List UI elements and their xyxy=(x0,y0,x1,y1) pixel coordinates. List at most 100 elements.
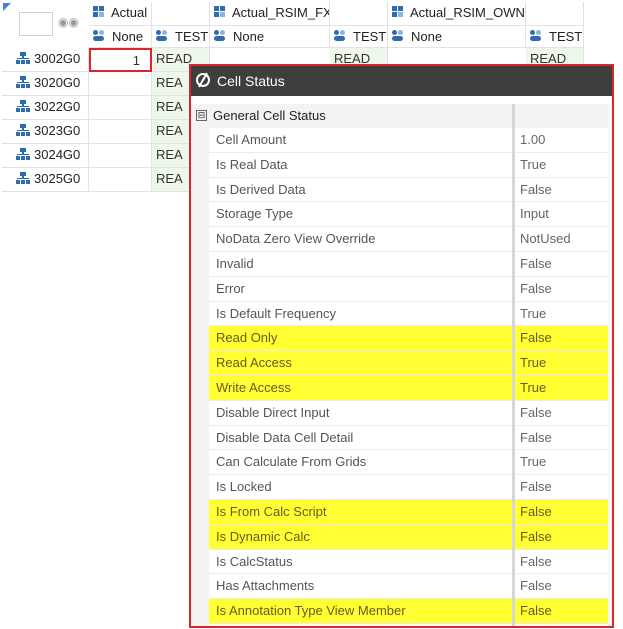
property-name: Is Annotation Type View Member xyxy=(216,603,406,619)
cube-icon xyxy=(214,6,228,18)
data-cell-selected[interactable]: 1 xyxy=(89,48,152,72)
property-row[interactable]: Disable Data Cell Detail False xyxy=(209,426,608,451)
property-name: Cell Amount xyxy=(216,132,287,147)
row-header[interactable]: 3023G0 xyxy=(2,120,89,144)
property-name: Read Only xyxy=(216,330,278,346)
property-name: Is Default Frequency xyxy=(216,305,336,321)
property-row[interactable]: Cell Amount 1.00 xyxy=(209,128,608,153)
property-gutter xyxy=(191,128,209,626)
property-value: 1.00 xyxy=(520,132,546,147)
col-header-scenario-1[interactable] xyxy=(152,2,210,26)
property-value: False xyxy=(520,528,552,544)
property-value: True xyxy=(520,305,547,321)
data-cell[interactable] xyxy=(89,96,152,120)
property-row[interactable]: Disable Direct Input False xyxy=(209,401,608,426)
hierarchy-icon xyxy=(16,124,30,136)
dialog-titlebar[interactable]: Cell Status xyxy=(191,66,612,96)
property-value: False xyxy=(520,181,552,197)
property-value: False xyxy=(520,330,552,346)
property-name: Is Real Data xyxy=(216,156,288,172)
collapse-icon[interactable]: ⊟ xyxy=(196,110,207,121)
dialog-title: Cell Status xyxy=(217,73,285,89)
user-group-icon xyxy=(392,30,408,42)
property-name: Invalid xyxy=(216,256,254,271)
cube-icon xyxy=(93,6,107,18)
row-header[interactable]: 3022G0 xyxy=(2,96,89,120)
property-name: Is Dynamic Calc xyxy=(216,528,310,544)
property-value: Input xyxy=(520,206,549,222)
binoculars-icon[interactable]: ◉◉ xyxy=(58,15,79,29)
user-group-icon xyxy=(156,30,172,42)
hierarchy-icon xyxy=(16,100,30,112)
property-name: Write Access xyxy=(216,380,291,395)
col-header-member-5[interactable]: TEST xyxy=(526,26,584,48)
property-value: False xyxy=(520,404,552,420)
col-header-scenario-5[interactable] xyxy=(526,2,584,26)
property-row[interactable]: Error False xyxy=(209,277,608,302)
row-header[interactable]: 3024G0 xyxy=(2,144,89,168)
app-logo-icon xyxy=(196,73,210,87)
row-header[interactable]: 3002G0 xyxy=(2,48,89,72)
property-value: NotUsed xyxy=(520,231,571,247)
property-name: Is Locked xyxy=(216,479,272,495)
category-general-cell-status[interactable]: ⊟ General Cell Status xyxy=(191,104,612,128)
row-header[interactable]: 3020G0 xyxy=(2,72,89,96)
scrollbar[interactable] xyxy=(608,104,612,626)
data-cell[interactable] xyxy=(89,72,152,96)
property-row[interactable]: Is Derived Data False xyxy=(209,178,608,203)
property-row[interactable]: Write Access True xyxy=(209,376,608,401)
property-value: False xyxy=(520,479,552,495)
hierarchy-icon xyxy=(16,76,30,88)
col-header-member-2[interactable]: None xyxy=(210,26,330,48)
col-header-member-4[interactable]: None xyxy=(388,26,526,48)
property-row[interactable]: Invalid False xyxy=(209,252,608,277)
row-header[interactable]: 3025G0 xyxy=(2,168,89,192)
property-row[interactable]: Is From Calc Script False xyxy=(209,500,608,525)
property-row[interactable]: Is CalcStatus False xyxy=(209,550,608,575)
hierarchy-icon xyxy=(16,172,30,184)
property-row[interactable]: Read Access True xyxy=(209,351,608,376)
cube-icon xyxy=(392,6,406,18)
user-group-icon xyxy=(334,30,350,42)
property-value: False xyxy=(520,429,552,445)
property-row[interactable]: Is Locked False xyxy=(209,475,608,500)
data-cell[interactable] xyxy=(89,144,152,168)
property-value: False xyxy=(520,280,552,296)
user-group-icon xyxy=(93,30,109,42)
col-header-member-0[interactable]: None xyxy=(89,26,152,48)
property-row[interactable]: Is Dynamic Calc False xyxy=(209,524,608,550)
property-value: False xyxy=(520,504,552,519)
property-value: True xyxy=(520,380,547,395)
property-value: True xyxy=(520,156,547,172)
hierarchy-icon xyxy=(16,52,30,64)
property-row[interactable]: Read Only False xyxy=(209,326,608,352)
hierarchy-icon xyxy=(16,148,30,160)
property-row[interactable]: NoData Zero View Override NotUsed xyxy=(209,227,608,252)
property-row[interactable]: Is Real Data True xyxy=(209,153,608,178)
property-name: Has Attachments xyxy=(216,578,315,594)
data-cell[interactable] xyxy=(89,168,152,192)
property-row[interactable]: Is Annotation Type View Member False xyxy=(209,599,608,624)
col-header-scenario-4[interactable]: Actual_RSIM_OWN xyxy=(388,2,526,26)
property-value: False xyxy=(520,603,552,619)
cell-status-dialog: Cell Status ⊟ General Cell Status Cell A… xyxy=(189,64,614,628)
select-all-corner[interactable] xyxy=(3,3,11,11)
property-row[interactable]: Storage Type Input xyxy=(209,202,608,228)
property-value: False xyxy=(520,578,552,594)
category-label: General Cell Status xyxy=(213,108,326,123)
property-row[interactable]: Is Default Frequency True xyxy=(209,302,608,327)
user-group-icon xyxy=(530,30,546,42)
col-header-scenario-2[interactable]: Actual_RSIM_FX xyxy=(210,2,330,26)
property-name: Read Access xyxy=(216,355,292,371)
property-name: Disable Direct Input xyxy=(216,404,330,420)
col-header-member-1[interactable]: TEST xyxy=(152,26,210,48)
col-header-member-3[interactable]: TEST xyxy=(330,26,388,48)
property-row[interactable]: Has Attachments False xyxy=(209,574,608,600)
column-splitter[interactable] xyxy=(512,104,515,626)
col-header-scenario-0[interactable]: Actual xyxy=(89,2,152,26)
property-value: True xyxy=(520,454,547,470)
property-row[interactable]: Can Calculate From Grids True xyxy=(209,450,608,476)
grid-corner-box[interactable] xyxy=(19,12,53,36)
data-cell[interactable] xyxy=(89,120,152,144)
col-header-scenario-3[interactable] xyxy=(330,2,388,26)
